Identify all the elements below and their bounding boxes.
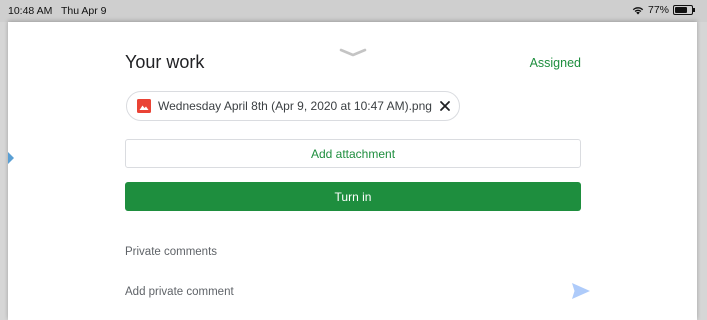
attachment-chip[interactable]: Wednesday April 8th (Apr 9, 2020 at 10:4… <box>126 91 460 121</box>
send-icon[interactable] <box>571 282 591 300</box>
status-time: 10:48 AM <box>8 5 53 17</box>
sheet-title: Your work <box>125 52 205 72</box>
background-marker <box>8 152 14 164</box>
image-file-icon <box>137 99 151 113</box>
assignment-status: Assigned <box>529 56 581 70</box>
your-work-sheet: Your work Assigned Wednesday April 8th (… <box>8 22 697 320</box>
close-icon[interactable] <box>438 99 452 113</box>
attachment-file-name: Wednesday April 8th (Apr 9, 2020 at 10:4… <box>158 99 432 113</box>
battery-icon <box>673 5 695 15</box>
status-time-date: 10:48 AM Thu Apr 9 <box>8 5 106 17</box>
status-bar: 10:48 AM Thu Apr 9 77% <box>0 0 707 22</box>
status-indicators: 77% <box>632 4 695 16</box>
status-date: Thu Apr 9 <box>60 5 107 17</box>
battery-percent: 77% <box>647 4 669 16</box>
private-comment-input[interactable] <box>125 284 545 300</box>
turn-in-button[interactable]: Turn in <box>125 182 581 211</box>
add-attachment-button[interactable]: Add attachment <box>125 139 581 168</box>
chevron-down-icon[interactable] <box>339 48 367 58</box>
wifi-icon <box>632 6 644 14</box>
private-comments-heading: Private comments <box>125 246 218 258</box>
battery-fill <box>675 7 688 13</box>
